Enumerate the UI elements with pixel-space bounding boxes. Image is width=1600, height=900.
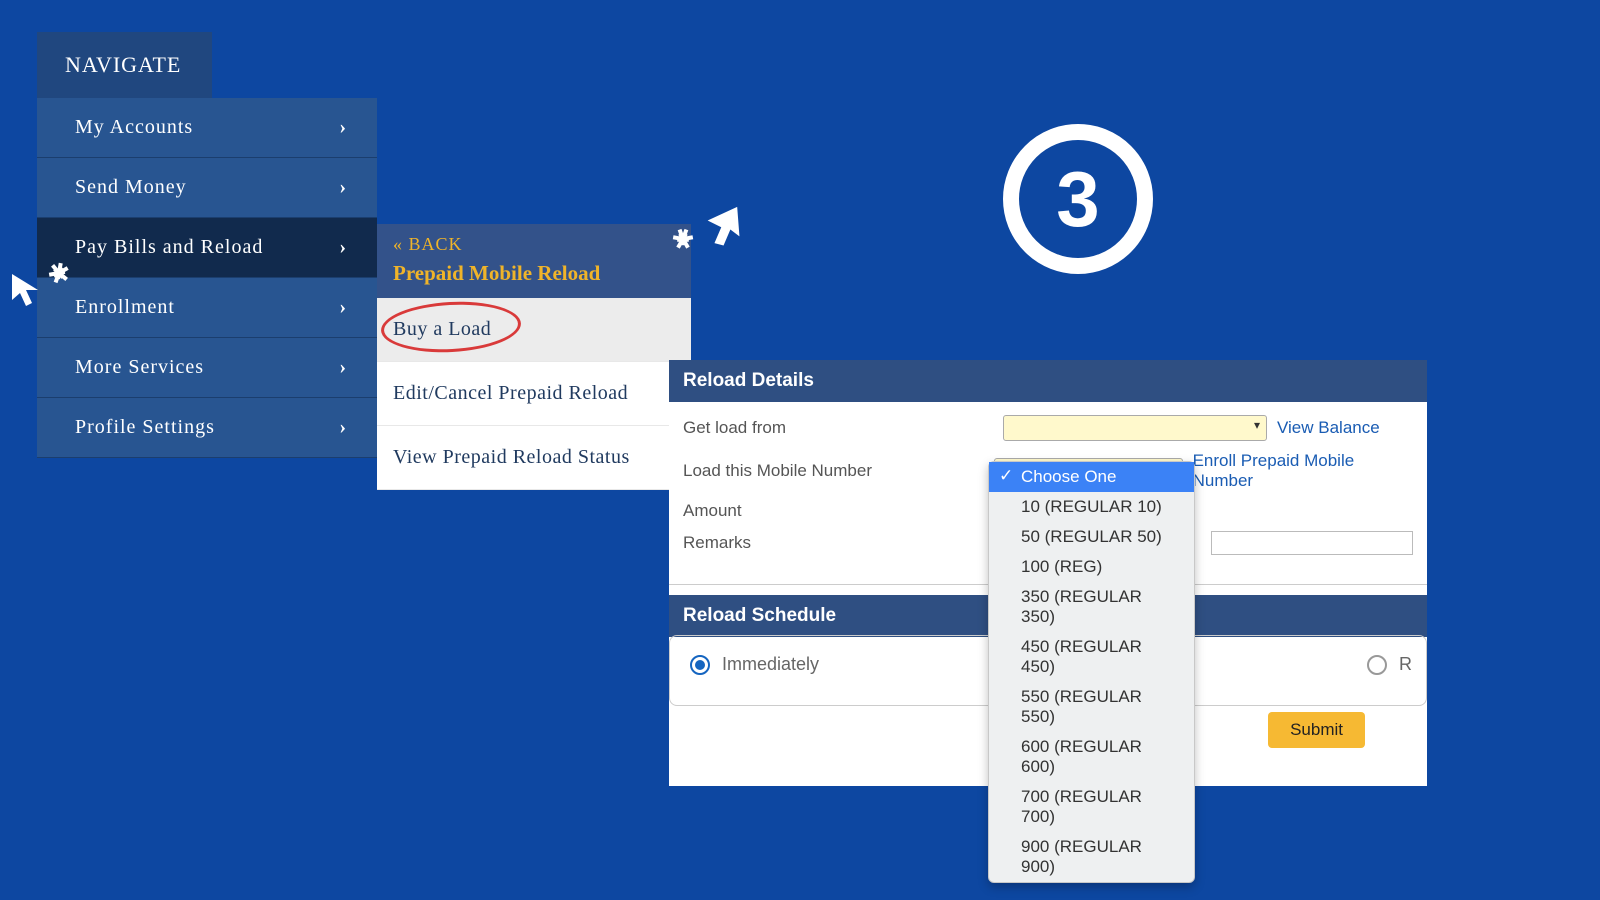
- schedule-other-option[interactable]: R: [1367, 654, 1412, 675]
- nav-item-my-accounts[interactable]: My Accounts ›: [37, 98, 377, 158]
- remarks-label: Remarks: [683, 533, 999, 553]
- navigate-tab: NAVIGATE: [37, 32, 212, 98]
- nav-item-more-services[interactable]: More Services ›: [37, 338, 377, 398]
- nav-item-send-money[interactable]: Send Money ›: [37, 158, 377, 218]
- nav-item-label: Profile Settings: [75, 416, 215, 439]
- prepaid-submenu: « BACK Prepaid Mobile Reload Buy a LoadE…: [377, 224, 691, 490]
- reload-details-header: Reload Details: [669, 360, 1427, 402]
- amount-dropdown[interactable]: Choose One 10 (REGULAR 10)50 (REGULAR 50…: [988, 461, 1195, 883]
- nav-item-label: Pay Bills and Reload: [75, 236, 263, 259]
- chevron-right-icon: ›: [339, 416, 347, 439]
- dropdown-option[interactable]: 700 (REGULAR 700): [989, 782, 1194, 832]
- step-number-badge: 3: [1003, 124, 1153, 274]
- back-link[interactable]: « BACK: [393, 234, 675, 255]
- chevron-right-icon: ›: [339, 236, 347, 259]
- highlight-oval-icon: [380, 298, 522, 355]
- nav-item-enrollment[interactable]: Enrollment ›: [37, 278, 377, 338]
- chevron-right-icon: ›: [339, 116, 347, 139]
- submenu-item-buy-a-load[interactable]: Buy a Load: [377, 298, 691, 362]
- remarks-input[interactable]: [1211, 531, 1413, 555]
- view-balance-link[interactable]: View Balance: [1277, 418, 1380, 438]
- nav-item-label: Enrollment: [75, 296, 175, 319]
- get-load-from-label: Get load from: [683, 418, 1003, 438]
- amount-label: Amount: [683, 501, 1003, 521]
- dropdown-option[interactable]: 450 (REGULAR 450): [989, 632, 1194, 682]
- schedule-immediately-option[interactable]: Immediately: [690, 654, 819, 675]
- nav-item-profile-settings[interactable]: Profile Settings ›: [37, 398, 377, 458]
- dropdown-option[interactable]: 100 (REG): [989, 552, 1194, 582]
- dropdown-option[interactable]: 10 (REGULAR 10): [989, 492, 1194, 522]
- submenu-header: « BACK Prepaid Mobile Reload: [377, 224, 691, 298]
- submit-button[interactable]: Submit: [1268, 712, 1365, 748]
- back-label: BACK: [409, 234, 463, 254]
- dropdown-option[interactable]: 50 (REGULAR 50): [989, 522, 1194, 552]
- get-load-from-select[interactable]: ▾: [1003, 415, 1267, 441]
- chevron-down-icon: ▾: [1254, 418, 1260, 432]
- dropdown-option-selected[interactable]: Choose One: [989, 462, 1194, 492]
- nav-item-pay-bills-and-reload[interactable]: Pay Bills and Reload ›: [37, 218, 377, 278]
- double-chevron-left-icon: «: [393, 234, 403, 254]
- radio-checked-icon: [690, 655, 710, 675]
- chevron-right-icon: ›: [339, 356, 347, 379]
- radio-unchecked-icon: [1367, 655, 1387, 675]
- dropdown-option[interactable]: 900 (REGULAR 900): [989, 832, 1194, 882]
- nav-item-label: More Services: [75, 356, 204, 379]
- schedule-immediately-label: Immediately: [722, 654, 819, 675]
- schedule-other-label: R: [1399, 654, 1412, 675]
- dropdown-option[interactable]: 350 (REGULAR 350): [989, 582, 1194, 632]
- submenu-title: Prepaid Mobile Reload: [393, 261, 675, 286]
- nav-item-label: Send Money: [75, 176, 187, 199]
- enroll-mobile-link[interactable]: Enroll Prepaid Mobile Number: [1193, 451, 1413, 491]
- chevron-right-icon: ›: [339, 176, 347, 199]
- dropdown-option[interactable]: 600 (REGULAR 600): [989, 732, 1194, 782]
- submenu-item-edit-cancel-prepaid-reload[interactable]: Edit/Cancel Prepaid Reload: [377, 362, 691, 426]
- load-mobile-label: Load this Mobile Number: [683, 461, 994, 481]
- cursor-icon: [694, 200, 734, 240]
- nav-item-label: My Accounts: [75, 116, 193, 139]
- chevron-right-icon: ›: [339, 296, 347, 319]
- submenu-item-view-prepaid-reload-status[interactable]: View Prepaid Reload Status: [377, 426, 691, 490]
- navigate-sidebar: NAVIGATE My Accounts›Send Money›Pay Bill…: [37, 32, 377, 458]
- dropdown-option[interactable]: 550 (REGULAR 550): [989, 682, 1194, 732]
